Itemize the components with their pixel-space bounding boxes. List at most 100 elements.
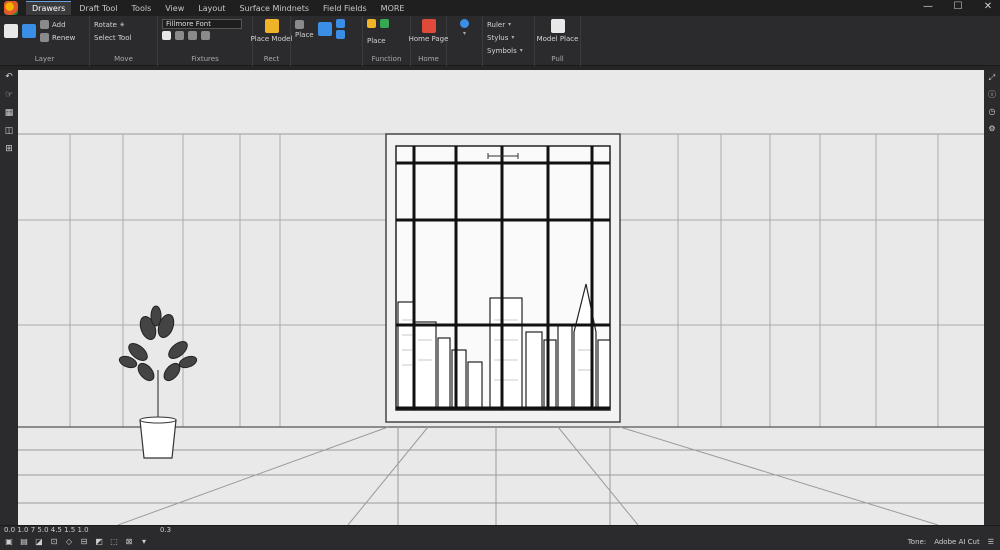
tab-draft-tool[interactable]: Draft Tool (73, 2, 123, 15)
rotate-button[interactable]: Rotate ◈ (94, 19, 153, 30)
brush-icon[interactable] (188, 31, 197, 40)
ribbon-group-layer: Add Renew Layer (0, 16, 90, 66)
lineweight-icon[interactable]: ⊟ (79, 537, 89, 547)
status-icons: ▣ ▤ ◪ ⊡ ◇ ⊟ ◩ ⬚ ⊠ ▾ (4, 537, 149, 547)
minimize-button[interactable]: — (922, 1, 934, 13)
tab-drawers[interactable]: Drawers (26, 1, 72, 15)
layer-blue-icon[interactable] (22, 24, 36, 38)
ribbon-group-place: Place (291, 16, 363, 66)
eraser-icon[interactable] (201, 31, 210, 40)
grid-icon[interactable]: ▦ (3, 108, 15, 119)
status-menu-icon[interactable]: ☰ (988, 538, 994, 546)
drawing-canvas[interactable] (18, 70, 984, 525)
renew-button[interactable]: Renew (40, 32, 75, 43)
tab-more[interactable]: MORE (375, 2, 411, 15)
tab-layout[interactable]: Layout (192, 2, 231, 15)
menu-tabs: Drawers Draft Tool Tools View Layout Sur… (0, 0, 1000, 16)
rotate-label: Rotate (94, 20, 117, 29)
folder-icon[interactable] (264, 19, 279, 33)
undo-icon[interactable]: ↶ (3, 72, 15, 83)
search-dropdown-icon[interactable]: ▾ (463, 30, 466, 37)
window (385, 133, 621, 423)
add-icon (40, 20, 49, 29)
tag-icon[interactable] (335, 30, 345, 39)
ribbon-group-symbols: Ruler ▾ Stylus ▾ Symbols ▾ (483, 16, 535, 66)
line-icon[interactable] (295, 19, 304, 29)
history-icon[interactable]: ◷ (987, 106, 997, 117)
expand-icon[interactable]: ⤢ (987, 72, 997, 83)
format-icon[interactable] (162, 31, 171, 40)
add-label: Add (52, 20, 66, 29)
group-label-layer: Layer (34, 55, 55, 63)
window-controls: — ☐ ✕ (922, 1, 994, 13)
select-icon[interactable]: ☞ (3, 90, 15, 101)
status-bar: 0.0 1.0 7 5.0 4.5 1.5 1.0 0.3 ▣ ▤ ◪ ⊡ ◇ … (0, 525, 1000, 550)
renew-label: Renew (52, 33, 76, 42)
transparency-icon[interactable]: ◩ (94, 537, 104, 547)
ribbon-group-rect: Place Model Rect (251, 16, 293, 66)
measure-icon[interactable]: ⊞ (3, 144, 15, 155)
model-place-icon[interactable] (550, 19, 565, 33)
home-page-icon[interactable] (421, 19, 436, 33)
room-drawing (18, 70, 984, 525)
search-icon[interactable] (460, 19, 469, 28)
place-function-button[interactable]: Place (367, 37, 386, 45)
status-right: Tone: Adobe AI Cut ☰ (908, 538, 994, 546)
ribbon-group-search: ▾ (447, 16, 483, 66)
rotate-dropdown-icon[interactable]: ◈ (120, 21, 125, 28)
tools-icon[interactable] (367, 19, 376, 28)
left-toolbar: ↶ ☞ ▦ ◫ ⊞ (0, 70, 18, 525)
right-toolbar: ⤢ ⓘ ◷ ⚙ (984, 70, 1000, 525)
sheet-icon[interactable] (380, 19, 389, 28)
layer-icon[interactable] (4, 24, 18, 38)
select-tool-button[interactable]: Select Tool (94, 32, 153, 43)
place-model-button[interactable]: Place Model (251, 35, 293, 43)
group-label-fixtures: Fixtures (191, 55, 219, 63)
pointer-icon[interactable] (317, 22, 332, 36)
ribbon-group-fixtures: Fillmore Font Fixtures (158, 16, 253, 66)
settings-icon[interactable]: ⚙ (987, 123, 997, 134)
app-logo-icon (4, 1, 18, 15)
status-dropdown-icon[interactable]: ▾ (139, 537, 149, 547)
annotation-icon[interactable]: ⊠ (124, 537, 134, 547)
ribbon-group-pull: Model Place Pull (535, 16, 581, 66)
app-status-label: Adobe AI Cut (934, 538, 980, 546)
group-label-function: Function (371, 55, 402, 63)
renew-icon (40, 33, 49, 42)
tab-tools[interactable]: Tools (126, 2, 158, 15)
ruler-dropdown-icon[interactable]: ▾ (508, 21, 511, 28)
add-button[interactable]: Add (40, 19, 75, 30)
shape-icon[interactable] (335, 19, 345, 28)
symbols-dropdown-icon[interactable]: ▾ (520, 47, 523, 54)
close-button[interactable]: ✕ (982, 1, 994, 13)
zoom-readout: 0.3 (160, 526, 172, 534)
stylus-button[interactable]: Stylus ▾ (487, 32, 530, 43)
font-select[interactable]: Fillmore Font (162, 19, 242, 29)
tab-field[interactable]: Field Fields (317, 2, 373, 15)
group-label-pull: Pull (551, 55, 564, 63)
layers-icon[interactable]: ◫ (3, 126, 15, 137)
maximize-button[interactable]: ☐ (952, 1, 964, 13)
snap-icon[interactable]: ▣ (4, 537, 14, 547)
grid-toggle-icon[interactable]: ▤ (19, 537, 29, 547)
app-window: Drawers Draft Tool Tools View Layout Sur… (0, 0, 1000, 550)
tab-view[interactable]: View (159, 2, 190, 15)
osnap-icon[interactable]: ◇ (64, 537, 74, 547)
model-place-button[interactable]: Model Place (537, 35, 579, 43)
pen-icon[interactable] (175, 31, 184, 40)
home-page-button[interactable]: Home Page (409, 35, 449, 43)
group-label-home: Home (418, 55, 439, 63)
ruler-label: Ruler (487, 20, 506, 29)
ruler-button[interactable]: Ruler ▾ (487, 19, 530, 30)
symbols-label: Symbols (487, 46, 517, 55)
symbols-button[interactable]: Symbols ▾ (487, 45, 530, 56)
place-button[interactable]: Place (295, 31, 314, 39)
ribbon-group-move: Rotate ◈ Select Tool Move (90, 16, 158, 66)
polar-icon[interactable]: ⊡ (49, 537, 59, 547)
selection-icon[interactable]: ⬚ (109, 537, 119, 547)
info-icon[interactable]: ⓘ (987, 89, 997, 100)
tab-surface[interactable]: Surface Mindnets (233, 2, 315, 15)
ribbon-toolbar: Add Renew Layer Rotate ◈ Select Tool Move… (0, 16, 1000, 66)
ortho-icon[interactable]: ◪ (34, 537, 44, 547)
stylus-dropdown-icon[interactable]: ▾ (511, 34, 514, 41)
